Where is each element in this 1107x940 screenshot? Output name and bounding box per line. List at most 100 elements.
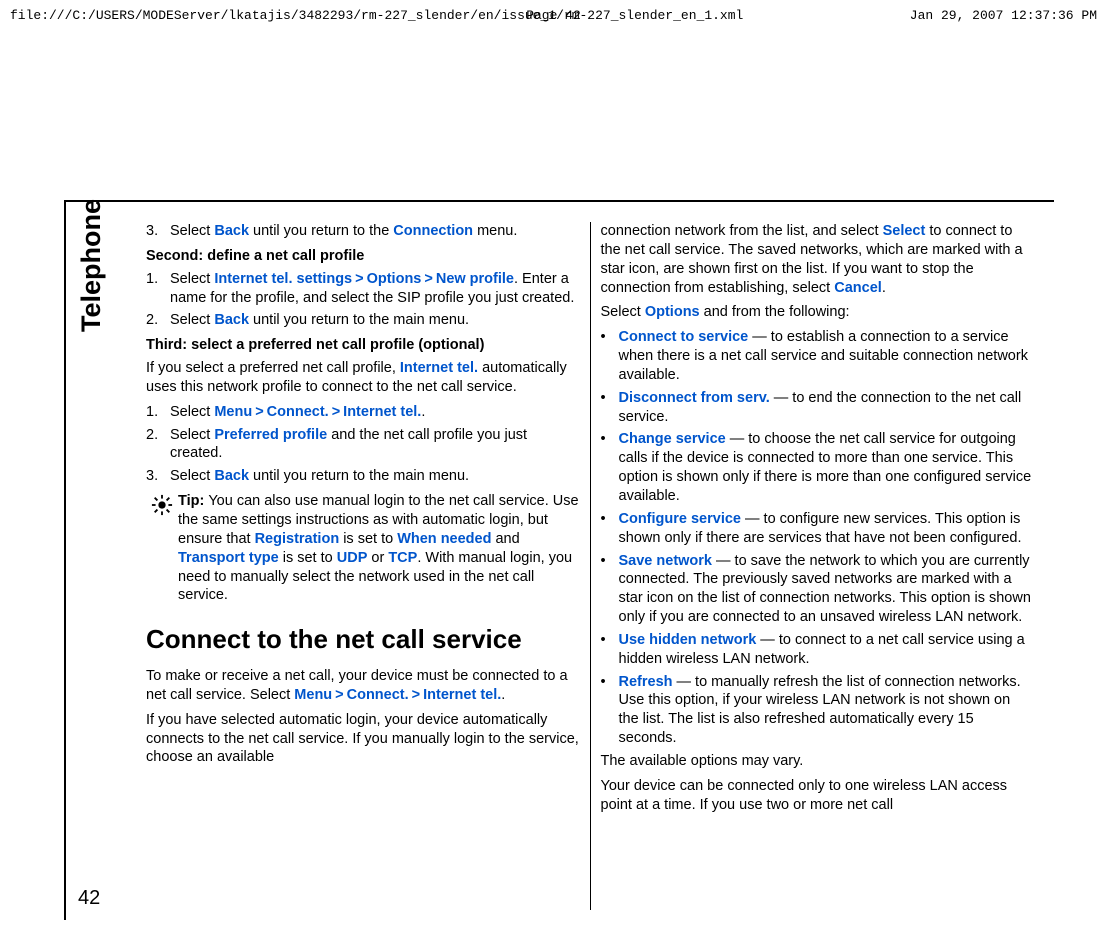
tip-text: Tip: You can also use manual login to th… bbox=[178, 492, 580, 605]
page-number: 42 bbox=[78, 887, 100, 910]
list-number: 3. bbox=[146, 222, 170, 241]
content-area: 3. Select Back until you return to the C… bbox=[126, 202, 1054, 920]
back-link: Back bbox=[214, 468, 249, 484]
transport-type-link: Transport type bbox=[178, 550, 279, 566]
list-text: Select Preferred profile and the net cal… bbox=[170, 426, 580, 464]
tcp-link: TCP bbox=[388, 550, 417, 566]
list-number: 2. bbox=[146, 311, 170, 330]
column-left: 3. Select Back until you return to the C… bbox=[136, 222, 591, 910]
list-text: Select Menu>Connect.>Internet tel.. bbox=[170, 403, 580, 422]
list-number: 1. bbox=[146, 403, 170, 422]
options-list: •Connect to service — to establish a con… bbox=[601, 328, 1035, 748]
option-link: Refresh bbox=[619, 674, 673, 690]
list-text: Save network — to save the network to wh… bbox=[619, 552, 1035, 627]
list-item: •Refresh — to manually refresh the list … bbox=[601, 673, 1035, 748]
connection-link: Connection bbox=[393, 223, 473, 239]
options-link: Options bbox=[645, 304, 700, 320]
menu-link: Menu bbox=[294, 687, 332, 703]
new-profile-link: New profile bbox=[436, 271, 514, 287]
option-link: Use hidden network bbox=[619, 632, 757, 648]
third-heading: Third: select a preferred net call profi… bbox=[146, 336, 580, 355]
options-link: Options bbox=[367, 271, 422, 287]
list-text: Select Back until you return to the main… bbox=[170, 467, 580, 486]
connect-heading: Connect to the net call service bbox=[146, 623, 580, 657]
bullet-icon: • bbox=[601, 552, 619, 627]
section-title: Telephone bbox=[76, 199, 107, 332]
chevron-right-icon: > bbox=[255, 404, 263, 420]
list-text: Connect to service — to establish a conn… bbox=[619, 328, 1035, 385]
menu-link: Menu bbox=[214, 404, 252, 420]
option-link: Change service bbox=[619, 431, 726, 447]
chevron-right-icon: > bbox=[335, 687, 343, 703]
tip-icon bbox=[146, 492, 178, 605]
paragraph: The available options may vary. bbox=[601, 752, 1035, 771]
print-header: file:///C:/USERS/MODEServer/lkatajis/348… bbox=[0, 0, 1107, 31]
option-link: Connect to service bbox=[619, 329, 749, 345]
paragraph: If you have selected automatic login, yo… bbox=[146, 711, 580, 768]
list-item: •Use hidden network — to connect to a ne… bbox=[601, 631, 1035, 669]
list-text: Change service — to choose the net call … bbox=[619, 430, 1035, 505]
chevron-right-icon: > bbox=[332, 404, 340, 420]
list-item: 3. Select Back until you return to the C… bbox=[146, 222, 580, 241]
timestamp: Jan 29, 2007 12:37:36 PM bbox=[910, 8, 1097, 23]
list-text: Select Internet tel. settings>Options>Ne… bbox=[170, 270, 580, 308]
list-text: Disconnect from serv. — to end the conne… bbox=[619, 389, 1035, 427]
list-item: 1. Select Internet tel. settings>Options… bbox=[146, 270, 580, 308]
list-item: •Configure service — to configure new se… bbox=[601, 510, 1035, 548]
preferred-profile-link: Preferred profile bbox=[214, 427, 327, 443]
back-link: Back bbox=[214, 312, 249, 328]
option-link: Save network bbox=[619, 553, 713, 569]
list-text: Select Back until you return to the main… bbox=[170, 311, 580, 330]
tip-label: Tip: bbox=[178, 493, 208, 509]
list-text: Use hidden network — to connect to a net… bbox=[619, 631, 1035, 669]
page-frame: Telephone 42 3. Select Back until you re… bbox=[64, 200, 1054, 920]
list-number: 1. bbox=[146, 270, 170, 308]
tip-block: Tip: You can also use manual login to th… bbox=[146, 492, 580, 605]
internet-tel-settings-link: Internet tel. settings bbox=[214, 271, 352, 287]
chevron-right-icon: > bbox=[412, 687, 420, 703]
page-label: Page 42 bbox=[526, 8, 581, 23]
when-needed-link: When needed bbox=[397, 531, 491, 547]
internet-tel-link: Internet tel. bbox=[423, 687, 501, 703]
option-link: Disconnect from serv. bbox=[619, 390, 770, 406]
file-path: file:///C:/USERS/MODEServer/lkatajis/348… bbox=[10, 8, 743, 23]
list-number: 2. bbox=[146, 426, 170, 464]
connect-link: Connect. bbox=[267, 404, 329, 420]
paragraph: If you select a preferred net call profi… bbox=[146, 359, 580, 397]
list-text: Select Back until you return to the Conn… bbox=[170, 222, 580, 241]
bullet-icon: • bbox=[601, 673, 619, 748]
sidebar: Telephone 42 bbox=[66, 202, 126, 920]
paragraph: To make or receive a net call, your devi… bbox=[146, 667, 580, 705]
list-item: •Change service — to choose the net call… bbox=[601, 430, 1035, 505]
list-item: •Save network — to save the network to w… bbox=[601, 552, 1035, 627]
registration-link: Registration bbox=[255, 531, 340, 547]
list-text: Configure service — to configure new ser… bbox=[619, 510, 1035, 548]
bullet-icon: • bbox=[601, 328, 619, 385]
list-item: 2. Select Preferred profile and the net … bbox=[146, 426, 580, 464]
list-item: 3. Select Back until you return to the m… bbox=[146, 467, 580, 486]
list-text: Refresh — to manually refresh the list o… bbox=[619, 673, 1035, 748]
second-heading: Second: define a net call profile bbox=[146, 247, 580, 266]
list-item: •Connect to service — to establish a con… bbox=[601, 328, 1035, 385]
paragraph: Your device can be connected only to one… bbox=[601, 777, 1035, 815]
list-item: 2. Select Back until you return to the m… bbox=[146, 311, 580, 330]
paragraph: connection network from the list, and se… bbox=[601, 222, 1035, 297]
udp-link: UDP bbox=[337, 550, 368, 566]
list-item: 1. Select Menu>Connect.>Internet tel.. bbox=[146, 403, 580, 422]
connect-link: Connect. bbox=[347, 687, 409, 703]
option-link: Configure service bbox=[619, 511, 742, 527]
select-link: Select bbox=[883, 223, 926, 239]
chevron-right-icon: > bbox=[355, 271, 363, 287]
back-link: Back bbox=[214, 223, 249, 239]
bullet-icon: • bbox=[601, 389, 619, 427]
column-right: connection network from the list, and se… bbox=[591, 222, 1045, 910]
list-number: 3. bbox=[146, 467, 170, 486]
internet-tel-link: Internet tel. bbox=[343, 404, 421, 420]
paragraph: Select Options and from the following: bbox=[601, 303, 1035, 322]
bullet-icon: • bbox=[601, 631, 619, 669]
bullet-icon: • bbox=[601, 430, 619, 505]
bullet-icon: • bbox=[601, 510, 619, 548]
chevron-right-icon: > bbox=[424, 271, 432, 287]
list-item: •Disconnect from serv. — to end the conn… bbox=[601, 389, 1035, 427]
internet-tel-link: Internet tel. bbox=[400, 360, 478, 376]
